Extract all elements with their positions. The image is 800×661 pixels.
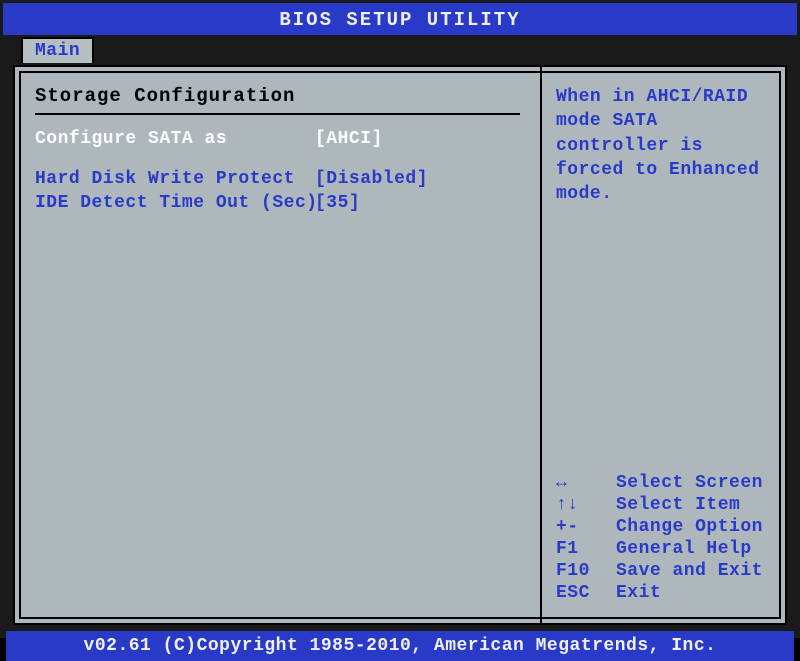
app-title: BIOS SETUP UTILITY: [279, 9, 520, 31]
option-hard-disk-write-protect[interactable]: Hard Disk Write Protect [Disabled]: [35, 169, 520, 189]
option-configure-sata[interactable]: Configure SATA as [AHCI]: [35, 129, 520, 149]
content-frame: Storage Configuration Configure SATA as …: [13, 65, 787, 625]
keyhint-key: +-: [556, 517, 616, 537]
context-help-text: When in AHCI/RAID mode SATA controller i…: [556, 85, 771, 206]
keyhint-action: Select Screen: [616, 473, 763, 493]
keyhint-action: General Help: [616, 539, 752, 559]
keyhint-key: ↑↓: [556, 495, 616, 515]
keyhint-key: F10: [556, 561, 616, 581]
keyhint-change-option: +- Change Option: [556, 517, 771, 537]
keyhint-key: ↔: [556, 473, 616, 493]
option-value: [AHCI]: [315, 129, 383, 149]
option-label: IDE Detect Time Out (Sec): [35, 193, 315, 213]
option-ide-detect-timeout[interactable]: IDE Detect Time Out (Sec) [35]: [35, 193, 520, 213]
spacer: [35, 153, 520, 169]
keyhint-key: ESC: [556, 583, 616, 603]
settings-panel: Storage Configuration Configure SATA as …: [15, 67, 540, 623]
title-bar: BIOS SETUP UTILITY: [3, 3, 797, 35]
footer-bar: v02.61 (C)Copyright 1985-2010, American …: [6, 631, 794, 661]
divider: [35, 113, 520, 115]
tab-label: Main: [35, 41, 80, 61]
help-panel: When in AHCI/RAID mode SATA controller i…: [540, 67, 785, 623]
keyhint-select-screen: ↔ Select Screen: [556, 473, 771, 493]
section-title: Storage Configuration: [35, 85, 520, 107]
option-label: Configure SATA as: [35, 129, 315, 149]
help-spacer: [556, 206, 771, 473]
tab-strip: Main: [3, 35, 797, 65]
keyhint-select-item: ↑↓ Select Item: [556, 495, 771, 515]
option-value: [Disabled]: [315, 169, 428, 189]
keyhint-action: Exit: [616, 583, 661, 603]
keyhint-key: F1: [556, 539, 616, 559]
keyhint-save-and-exit: F10 Save and Exit: [556, 561, 771, 581]
keyhint-exit: ESC Exit: [556, 583, 771, 603]
keyhint-action: Change Option: [616, 517, 763, 537]
keyhint-general-help: F1 General Help: [556, 539, 771, 559]
tab-main[interactable]: Main: [21, 37, 94, 63]
bios-screen: BIOS SETUP UTILITY Main Storage Configur…: [0, 0, 800, 638]
option-value: [35]: [315, 193, 360, 213]
option-label: Hard Disk Write Protect: [35, 169, 315, 189]
keyhint-action: Save and Exit: [616, 561, 763, 581]
footer-text: v02.61 (C)Copyright 1985-2010, American …: [84, 636, 717, 656]
keyhint-action: Select Item: [616, 495, 740, 515]
